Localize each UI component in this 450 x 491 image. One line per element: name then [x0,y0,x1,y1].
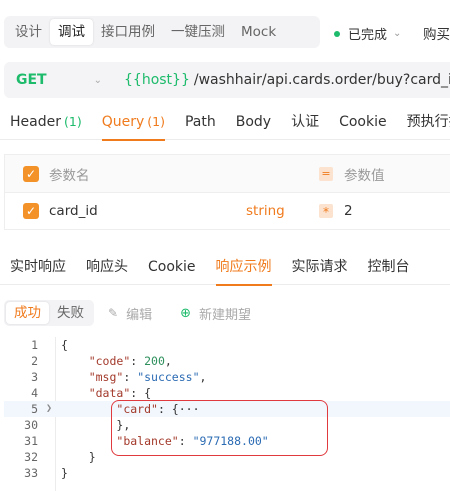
add-circle-icon: ⊕ [180,305,191,321]
tab-body[interactable]: Body [226,104,281,140]
tab-design[interactable]: 设计 [7,19,50,45]
code-line: 33 } [4,465,450,481]
tab-label: Cookie [339,113,387,130]
tab-path[interactable]: Path [175,104,226,140]
tab-live-response[interactable]: 实时响应 [0,249,76,285]
line-number: 3 [31,370,38,384]
tab-auth[interactable]: 认证 [281,104,329,140]
fail-example-button[interactable]: 失败 [49,302,92,324]
edit-label: 编辑 [126,307,153,323]
select-all-checkbox[interactable]: ✓ [23,165,39,182]
tab-cookie[interactable]: Cookie [329,104,397,140]
column-header-name: 参数名 [49,167,90,184]
json-key: "code" [88,354,131,368]
row-checkbox[interactable]: ✓ [23,203,39,219]
tab-response-headers[interactable]: 响应头 [76,249,138,285]
url-bar: GET ⌄ {{host}} /washhair/api.cards.order… [0,62,450,98]
new-expectation-label: 新建期望 [198,307,251,323]
line-number: 1 [31,338,38,352]
json-brace: { [61,338,68,352]
response-tab-bar: 实时响应 响应头 Cookie 响应示例 实际请求 控制台 [0,249,450,286]
param-name[interactable]: card_id [49,203,98,219]
table-row: ✓ card_id string * 2 [5,193,450,229]
equals-icon: = [319,166,333,181]
json-brace: } [88,450,96,464]
json-brace: } [61,466,68,480]
mode-tab-bar: 设计 调试 接口用例 一键压测 Mock [4,16,320,48]
url-input[interactable]: {{host}} /washhair/api.cards.order/buy?c… [112,62,450,98]
tab-label: Body [235,113,272,130]
line-number: 31 [24,434,38,448]
status-dot-icon [334,30,340,37]
tab-label: Query [101,113,145,130]
tab-test-cases[interactable]: 接口用例 [93,19,163,45]
table-header: ✓ 参数名 = 参数值 [5,155,450,193]
required-icon: * [319,204,333,219]
line-number: 5 [31,402,38,416]
tab-load-test[interactable]: 一键压测 [163,19,233,45]
tab-console[interactable]: 控制台 [358,249,420,285]
example-toolbar: 成功 失败 ✎ 编辑 ⊕ 新建期望 [4,299,450,327]
success-example-button[interactable]: 成功 [6,302,49,324]
tab-header[interactable]: Header (1) [0,104,92,140]
edit-button[interactable]: ✎ 编辑 [108,304,152,323]
line-number: 33 [24,466,38,480]
url-path: /washhair/api.cards.order/buy?card_id=2 [193,72,450,88]
chevron-down-icon: ⌄ [393,28,402,39]
status-label: 已完成 [348,28,388,43]
column-header-value: 参数值 [344,167,385,184]
tab-label: 认证 [291,113,320,130]
tab-label: Path [184,113,216,130]
tab-pre-script[interactable]: 预执行操 [397,104,450,140]
tab-response-cookie[interactable]: Cookie [138,249,206,285]
tab-actual-request[interactable]: 实际请求 [282,249,358,285]
method-label: GET [16,72,47,88]
code-line: 4 "data": { [4,385,450,401]
example-segment: 成功 失败 [4,300,94,326]
buy-tab[interactable]: 购买 [423,23,450,43]
code-line: 1 { [4,337,450,353]
json-key: "data" [88,386,131,400]
line-number: 30 [24,418,38,432]
param-type[interactable]: string [246,203,285,219]
query-params-table: ✓ 参数名 = 参数值 ✓ card_id string * 2 [4,154,450,230]
method-select[interactable]: GET ⌄ [4,62,112,98]
url-host-variable: {{host}} [124,72,190,88]
code-line: 2 "code": 200, [4,353,450,369]
chevron-down-icon: ⌄ [93,74,102,86]
tab-query[interactable]: Query (1) [92,104,175,141]
tab-count: (1) [63,113,82,129]
json-value: 200 [144,354,165,368]
request-tab-bar: Header (1) Query (1) Path Body 认证 Cookie 预… [0,104,450,141]
tab-label: Header [10,113,61,130]
line-number: 4 [31,386,38,400]
edit-icon: ✎ [108,306,119,320]
param-value[interactable]: 2 [344,203,353,219]
tab-label: 预执行操 [406,113,450,130]
chevron-right-icon[interactable]: ❯ [46,401,52,417]
code-line: 3 "msg": "success", [4,369,450,385]
new-expectation-button[interactable]: ⊕ 新建期望 [180,304,251,323]
tab-mock[interactable]: Mock [233,19,284,45]
line-number: 2 [31,354,38,368]
status-dropdown[interactable]: 已完成 ⌄ [334,24,401,43]
json-value: "success" [137,370,200,384]
tab-response-example[interactable]: 响应示例 [206,249,282,286]
tab-debug[interactable]: 调试 [50,19,93,45]
highlight-annotation-box [111,400,328,456]
tab-count: (1) [147,113,165,129]
line-number: 32 [24,450,38,464]
json-key: "msg" [88,370,124,384]
